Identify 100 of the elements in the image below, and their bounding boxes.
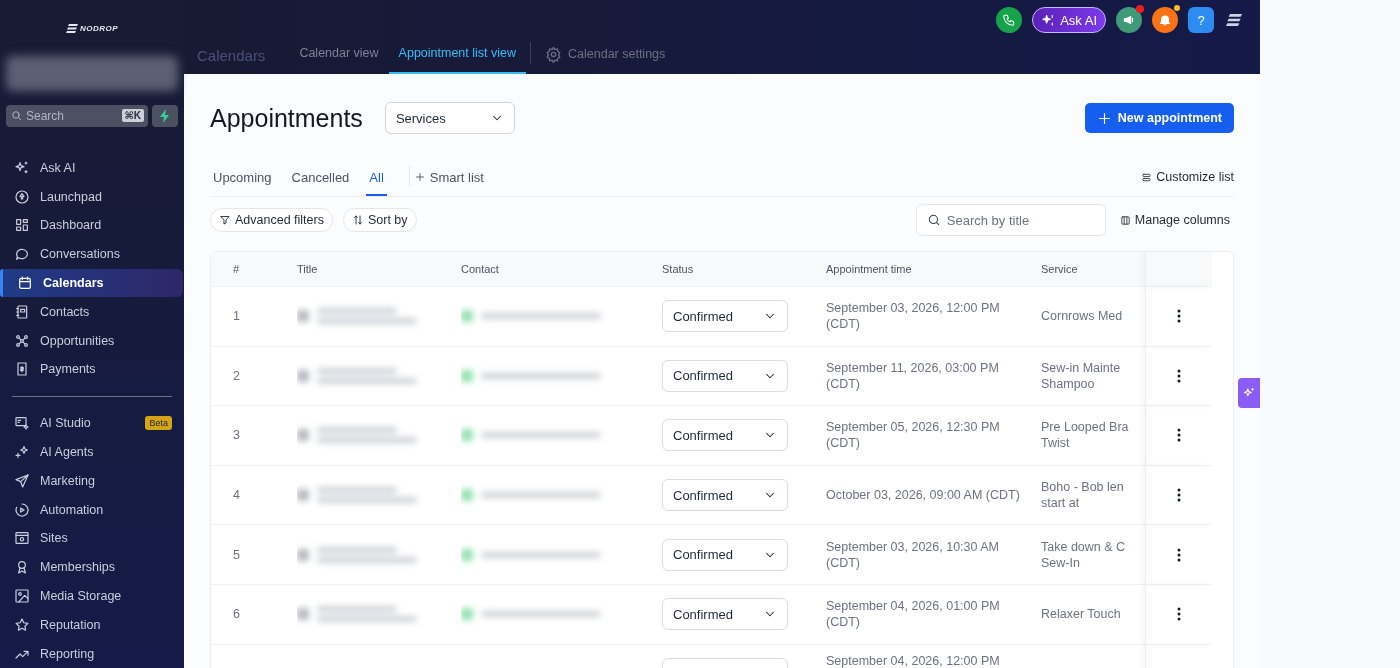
filter-tab[interactable]: Upcoming [210, 160, 275, 196]
page-title: Calendars [197, 46, 266, 66]
gear-icon [545, 45, 562, 63]
paper-plane-icon [14, 472, 30, 489]
table-cell: Relaxer Touch [1041, 606, 1121, 623]
contact-book-icon [14, 303, 30, 320]
phone-button[interactable] [996, 7, 1023, 33]
sidebar-item[interactable]: Sites [0, 524, 184, 553]
new-appointment-button[interactable]: New appointment [1084, 103, 1234, 133]
sliders-icon [1141, 171, 1153, 183]
column-header: Title [297, 252, 461, 287]
table-cell: September 03, 2026, 10:30 AM (CDT) [826, 538, 1000, 571]
table-cell: 3 [233, 428, 240, 443]
column-header: Appointment time [826, 252, 1041, 287]
sidebar-item[interactable]: Marketing [0, 466, 184, 496]
sidebar-item[interactable]: Media Storage [0, 581, 184, 611]
network-icon [14, 332, 30, 349]
ai-studio-icon [14, 415, 30, 432]
megaphone-button[interactable] [1116, 7, 1142, 33]
smart-list-button[interactable]: Smart list [413, 160, 484, 196]
blurred-account-switcher[interactable] [6, 56, 178, 92]
category-dropdown[interactable]: Services [384, 102, 515, 134]
lightning-button[interactable] [152, 105, 178, 128]
dashboard-icon [14, 217, 30, 234]
notifications-button[interactable] [1152, 7, 1178, 33]
plus-icon [413, 171, 426, 183]
page-heading: Appointments [210, 103, 363, 133]
table-cell: 1 [233, 309, 240, 324]
status-dropdown[interactable]: Confirmed [662, 538, 788, 571]
manage-columns-button[interactable]: Manage columns [1119, 213, 1230, 227]
sidebar-item[interactable]: Dashboard [0, 211, 184, 240]
calendar-settings-link[interactable]: Calendar settings [535, 40, 676, 74]
funnel-icon [219, 214, 231, 226]
notification-dot [1174, 5, 1180, 11]
status-dropdown[interactable]: Confirmed [662, 419, 788, 452]
table-cell: 6 [233, 607, 240, 622]
notification-dot [1136, 5, 1144, 13]
view-tab[interactable]: Calendar view [289, 40, 389, 74]
table-cell: 5 [233, 547, 240, 562]
logo: NODROP [0, 0, 184, 57]
table-cell: September 04, 2026, 12:00 PM [826, 652, 1000, 668]
advanced-filters-button[interactable]: Advanced filters [210, 208, 333, 232]
status-dropdown[interactable]: Confirmed [662, 598, 788, 631]
beta-badge: Beta [145, 416, 172, 431]
columns-icon [1119, 214, 1131, 226]
table-cell: Pre Looped Bra Twist [1041, 419, 1129, 452]
sidebar-item[interactable]: Reporting [0, 639, 184, 668]
table-cell: September 03, 2026, 12:00 PM (CDT) [826, 300, 1000, 333]
view-tab[interactable]: Appointment list view [388, 40, 526, 74]
shortcut-hint: ⌘K [121, 109, 144, 123]
ai-assistant-button[interactable] [1238, 378, 1260, 408]
status-dropdown[interactable]: Confirmed [662, 300, 788, 333]
sidebar-item[interactable]: Reputation [0, 610, 184, 640]
column-header: Service [1041, 252, 1145, 287]
status-dropdown[interactable]: Confirmed [662, 479, 788, 512]
sidebar-item[interactable]: Automation [0, 495, 184, 524]
table-cell: Boho - Bob len start at [1041, 479, 1124, 512]
sidebar-item[interactable]: Memberships [0, 552, 184, 582]
sidebar-item[interactable]: AI Agents [0, 437, 184, 467]
table-cell: September 11, 2026, 03:00 PM (CDT) [826, 359, 999, 392]
receipt-icon [14, 361, 30, 378]
sidebar-item[interactable]: Opportunities [0, 326, 184, 356]
sidebar-item[interactable]: Contacts [0, 297, 184, 327]
customize-list-button[interactable]: Customize list [1141, 160, 1234, 196]
table-cell: October 03, 2026, 09:00 AM (CDT) [826, 487, 1020, 504]
table-cell: September 04, 2026, 01:00 PM (CDT) [826, 598, 1000, 631]
table-cell: Cornrows Med [1041, 308, 1123, 325]
table-cell: Take down & C Sew-In [1041, 538, 1126, 571]
search-icon [10, 109, 23, 123]
search-field[interactable]: Search by title [915, 204, 1106, 236]
sort-arrows-icon [351, 214, 364, 226]
browser-window-icon [14, 530, 30, 547]
sidebar-item[interactable]: Calendars [0, 268, 183, 298]
status-dropdown[interactable]: Confirmed [662, 359, 788, 392]
column-header: Contact [461, 252, 662, 287]
table-cell: 4 [233, 488, 240, 503]
phone-icon [1002, 13, 1017, 27]
plus-icon [1096, 110, 1112, 126]
bell-icon [1158, 13, 1172, 27]
sidebar-item[interactable]: Launchpad [0, 182, 184, 212]
column-header: Status [662, 252, 826, 287]
image-icon [14, 588, 30, 604]
table-cell: 2 [233, 368, 240, 383]
search-icon [926, 213, 941, 227]
sparkles-icon [14, 444, 30, 460]
sort-button[interactable]: Sort by [342, 208, 417, 232]
filter-tab[interactable]: All [366, 160, 387, 196]
sidebar-item[interactable]: Conversations [0, 239, 184, 269]
lightning-icon [159, 109, 171, 124]
sidebar-item[interactable]: Payments [0, 355, 184, 384]
ask-ai-button[interactable]: Ask AI [1032, 7, 1106, 33]
filter-tab[interactable]: Cancelled [288, 160, 353, 196]
megaphone-icon [1122, 13, 1136, 27]
sidebar-item[interactable]: Ask AI [0, 153, 184, 183]
table-cell: September 05, 2026, 12:30 PM (CDT) [826, 419, 1000, 452]
column-header: # [211, 252, 297, 287]
chat-bubble-icon [14, 246, 30, 263]
sidebar-item[interactable]: AI Studio Beta [0, 408, 184, 438]
star-icon [14, 616, 30, 633]
logo-icon [1224, 14, 1244, 26]
